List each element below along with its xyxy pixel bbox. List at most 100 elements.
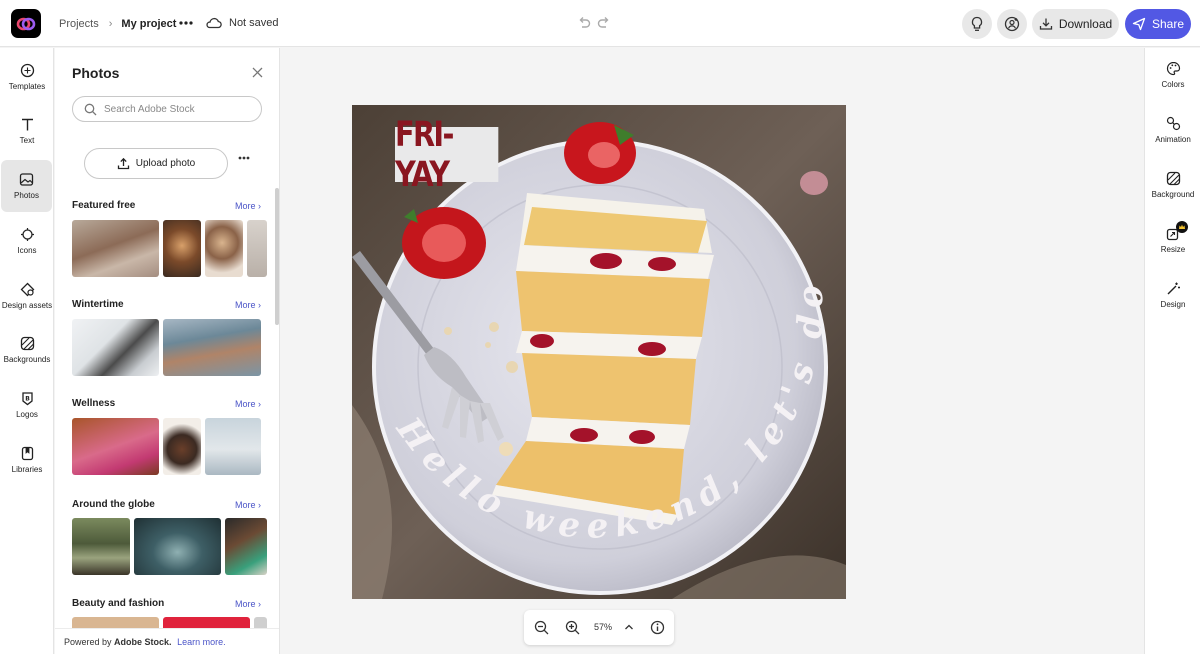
rail-item-icons[interactable]: Icons bbox=[0, 215, 54, 267]
design-wand-icon bbox=[1167, 282, 1180, 295]
rail-item-background[interactable]: Background bbox=[1145, 160, 1200, 210]
zoom-out-icon[interactable] bbox=[534, 620, 549, 635]
rail-label: Design assets bbox=[1, 301, 53, 310]
search-field[interactable] bbox=[72, 96, 262, 122]
photo-thumbnail[interactable] bbox=[163, 418, 201, 475]
panel-scrollbar[interactable] bbox=[275, 188, 279, 325]
background-icon bbox=[1166, 171, 1180, 186]
rail-label: Photos bbox=[14, 191, 39, 200]
top-bar: Projects › My project Not saved Download… bbox=[0, 0, 1200, 47]
share-label: Share bbox=[1151, 17, 1185, 31]
section-title: Wintertime bbox=[72, 299, 124, 310]
redo-icon[interactable] bbox=[596, 15, 612, 31]
animation-icon bbox=[1166, 116, 1180, 131]
text-icon bbox=[21, 118, 33, 131]
rail-label: Design bbox=[1160, 300, 1186, 309]
photo-thumbnail[interactable] bbox=[72, 220, 159, 277]
footer-brand: Adobe Stock. bbox=[114, 637, 172, 647]
close-icon[interactable] bbox=[252, 67, 263, 78]
share-button[interactable]: Share bbox=[1125, 9, 1191, 39]
section-more-link[interactable]: More › bbox=[235, 201, 261, 211]
creative-cloud-icon bbox=[16, 17, 36, 30]
section-more-link[interactable]: More › bbox=[235, 500, 261, 510]
rail-item-colors[interactable]: Colors bbox=[1145, 50, 1200, 100]
section-more-link[interactable]: More › bbox=[235, 599, 261, 609]
section-more-link[interactable]: More › bbox=[235, 300, 261, 310]
rail-label: Animation bbox=[1155, 135, 1191, 144]
more-horizontal-icon bbox=[179, 21, 193, 25]
backgrounds-icon bbox=[20, 336, 34, 351]
breadcrumb-projects[interactable]: Projects bbox=[59, 18, 99, 30]
learn-more-link[interactable]: Learn more. bbox=[177, 637, 226, 647]
lightbulb-icon bbox=[971, 16, 983, 31]
templates-icon bbox=[20, 63, 34, 78]
photo-thumbnail[interactable] bbox=[72, 518, 130, 575]
photo-thumbnail[interactable] bbox=[72, 418, 159, 475]
svg-text:B: B bbox=[25, 396, 30, 403]
undo-icon[interactable] bbox=[576, 15, 592, 31]
save-status: Not saved bbox=[229, 17, 279, 29]
search-input[interactable] bbox=[104, 103, 254, 115]
breadcrumb-current-project[interactable]: My project bbox=[121, 18, 176, 30]
download-label: Download bbox=[1058, 17, 1113, 31]
suggestions-button[interactable] bbox=[962, 9, 992, 39]
rail-item-animation[interactable]: Animation bbox=[1145, 105, 1200, 155]
rail-item-templates[interactable]: Templates bbox=[0, 51, 54, 103]
photo-thumbnail[interactable] bbox=[134, 518, 221, 575]
rail-item-resize[interactable]: Resize bbox=[1145, 215, 1200, 265]
upload-photo-button[interactable]: Upload photo bbox=[84, 148, 228, 179]
rail-item-text[interactable]: Text bbox=[0, 105, 54, 157]
rail-item-design[interactable]: Design bbox=[1145, 270, 1200, 320]
app-logo[interactable] bbox=[11, 9, 41, 38]
footer-prefix: Powered by bbox=[64, 637, 112, 647]
cloud-icon bbox=[206, 17, 222, 29]
photos-panel: Photos Upload photo Featured free More ›… bbox=[55, 48, 280, 654]
right-tool-rail: Colors Animation Background Resize Desig… bbox=[1144, 48, 1200, 654]
zoom-toolbar: 57% bbox=[524, 610, 674, 645]
download-button[interactable]: Download bbox=[1032, 9, 1119, 39]
rail-item-design-assets[interactable]: Design assets bbox=[0, 270, 54, 322]
upload-label: Upload photo bbox=[135, 158, 196, 169]
photo-thumbnail[interactable] bbox=[72, 319, 159, 376]
icons-icon bbox=[20, 228, 34, 241]
section-more-link[interactable]: More › bbox=[235, 399, 261, 409]
section-title: Wellness bbox=[72, 398, 116, 409]
chevron-up-icon[interactable] bbox=[624, 623, 634, 631]
logos-icon: B bbox=[21, 392, 33, 406]
section-title: Featured free bbox=[72, 200, 136, 211]
more-horizontal-icon[interactable] bbox=[238, 156, 250, 160]
search-icon bbox=[84, 103, 97, 115]
rail-label: Libraries bbox=[11, 465, 43, 474]
photo-thumbnail[interactable] bbox=[163, 220, 201, 277]
project-menu-button[interactable] bbox=[178, 15, 194, 31]
left-tool-rail: Templates Text Photos Icons Design asset… bbox=[0, 48, 54, 654]
photo-thumbnail[interactable] bbox=[205, 220, 243, 277]
zoom-level[interactable]: 57% bbox=[594, 622, 612, 632]
rail-item-logos[interactable]: B Logos bbox=[0, 379, 54, 431]
rail-item-photos[interactable]: Photos bbox=[1, 160, 52, 212]
info-icon[interactable] bbox=[650, 620, 665, 635]
photo-thumbnail[interactable] bbox=[225, 518, 267, 575]
libraries-icon bbox=[21, 446, 33, 461]
palette-icon bbox=[1166, 61, 1180, 76]
panel-footer: Powered by Adobe Stock. Learn more. bbox=[55, 628, 279, 654]
rail-label: Logos bbox=[16, 410, 38, 419]
canvas-headline[interactable]: FRI-YAY bbox=[395, 115, 499, 195]
crown-icon bbox=[1179, 224, 1185, 229]
section-title: Beauty and fashion bbox=[72, 598, 165, 609]
photo-thumbnail[interactable] bbox=[163, 319, 261, 376]
photo-thumbnail[interactable] bbox=[205, 418, 261, 475]
zoom-in-icon[interactable] bbox=[565, 620, 580, 635]
panel-title: Photos bbox=[72, 65, 120, 81]
design-canvas[interactable]: Hello weekend, let's do this! FRI-YAY bbox=[352, 105, 846, 599]
rail-label: Background bbox=[1151, 190, 1195, 199]
premium-badge bbox=[1176, 221, 1188, 233]
invite-collaborator-button[interactable] bbox=[997, 9, 1027, 39]
rail-label: Icons bbox=[17, 246, 37, 255]
rail-item-backgrounds[interactable]: Backgrounds bbox=[0, 324, 54, 376]
photo-thumbnail[interactable] bbox=[247, 220, 267, 277]
chevron-right-icon: › bbox=[108, 17, 113, 30]
download-icon bbox=[1039, 18, 1052, 30]
rail-label: Text bbox=[19, 136, 35, 145]
rail-item-libraries[interactable]: Libraries bbox=[0, 434, 54, 486]
